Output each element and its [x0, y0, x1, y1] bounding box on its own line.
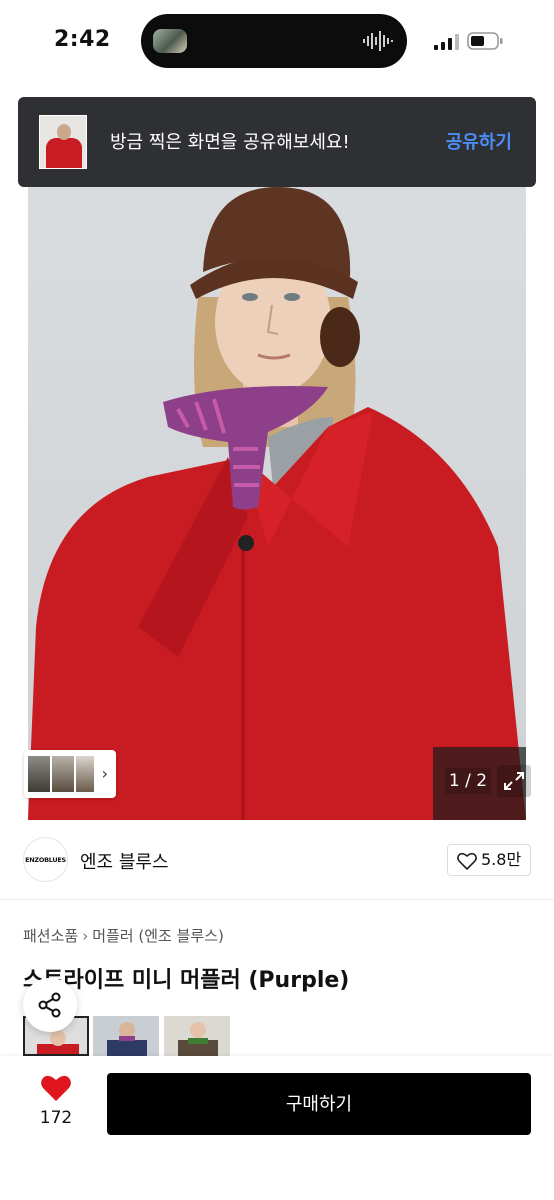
bottom-action-bar: 172 구매하기	[0, 1056, 554, 1200]
model-photo-illustration	[28, 187, 526, 820]
wish-count: 172	[39, 1108, 73, 1128]
breadcrumb-category[interactable]: 패션소품	[23, 927, 78, 945]
breadcrumb-subcategory[interactable]: 머플러 (엔조 블루스)	[92, 927, 224, 945]
brand-name[interactable]: 엔조 블루스	[80, 848, 169, 874]
brand-like-button[interactable]: 5.8만	[447, 844, 531, 876]
buy-button[interactable]: 구매하기	[107, 1073, 531, 1135]
share-icon	[38, 992, 61, 1018]
screenshot-thumbnail[interactable]	[39, 115, 87, 169]
heart-outline-icon	[457, 852, 477, 870]
expand-icon[interactable]	[497, 765, 531, 797]
gallery-thumbnail-strip[interactable]: ›	[24, 750, 116, 798]
brand-like-count: 5.8만	[481, 850, 522, 869]
battery-icon	[467, 32, 503, 50]
toast-message: 방금 찍은 화면을 공유해보세요!	[110, 132, 350, 153]
share-button[interactable]	[23, 978, 77, 1032]
chevron-right-icon: ›	[101, 764, 108, 783]
heart-filled-icon[interactable]	[40, 1074, 72, 1102]
variant-thumbnail[interactable]	[93, 1016, 159, 1056]
share-toast: 방금 찍은 화면을 공유해보세요! 공유하기	[18, 97, 536, 187]
cellular-signal-icon	[434, 34, 459, 50]
audio-waveform-icon	[363, 31, 393, 51]
brand-logo[interactable]: ENZOBLUES	[23, 837, 68, 882]
now-playing-thumbnail	[153, 29, 187, 53]
status-bar: 2:42	[0, 0, 554, 84]
dynamic-island[interactable]	[141, 14, 407, 68]
breadcrumb: 패션소품 › 머플러 (엔조 블루스)	[23, 925, 224, 946]
share-action-button[interactable]: 공유하기	[446, 128, 512, 154]
chevron-right-icon: ›	[82, 927, 89, 945]
status-time: 2:42	[54, 27, 111, 52]
variant-thumbnail[interactable]	[164, 1016, 230, 1056]
brand-row[interactable]: ENZOBLUES 엔조 블루스 5.8만	[0, 820, 554, 900]
product-hero-image[interactable]	[28, 187, 526, 820]
gallery-page-indicator: 1 / 2	[445, 768, 491, 794]
